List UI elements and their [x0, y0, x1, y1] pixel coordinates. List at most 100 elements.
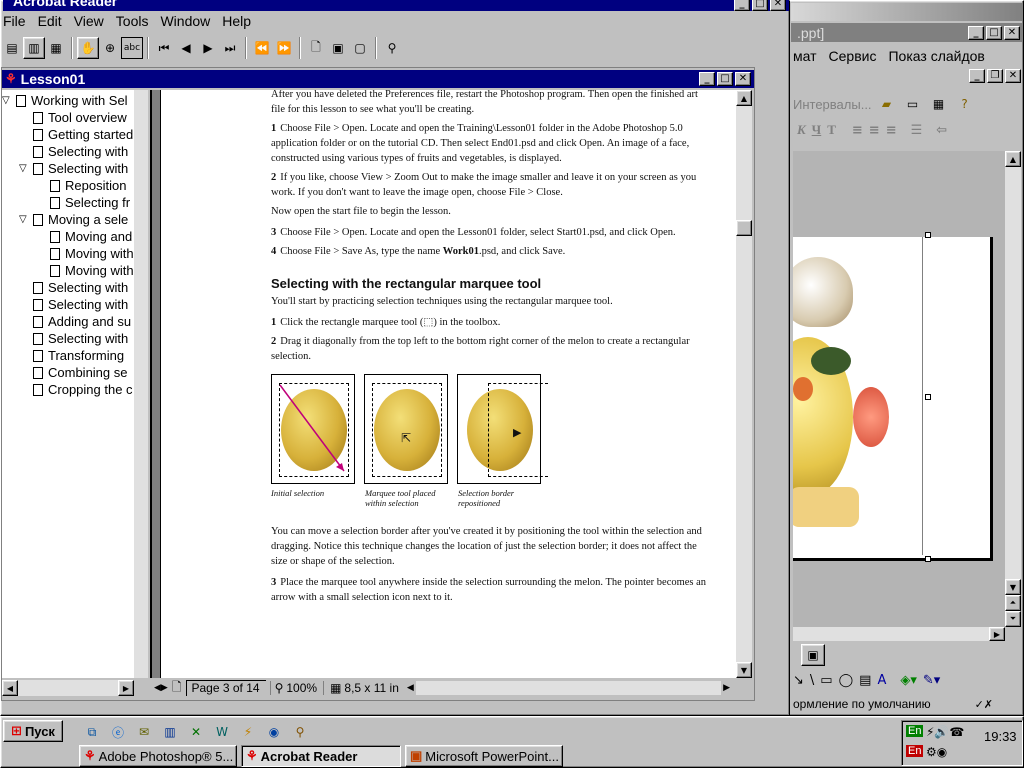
previous-page-icon[interactable]: ◀	[175, 37, 197, 59]
bookmark-item[interactable]: Reposition	[36, 177, 126, 194]
find-icon[interactable]: ⚲	[381, 37, 403, 59]
folder-icon[interactable]: ▰	[876, 93, 898, 115]
expand-triangle-icon[interactable]: ▽	[19, 214, 33, 225]
bookmark-item[interactable]: Transforming	[19, 347, 124, 364]
line-color-icon[interactable]: ✎▾	[923, 673, 940, 688]
page-number-field[interactable]: Page 3 of 14	[186, 680, 266, 696]
italic-icon[interactable]: K	[797, 122, 806, 138]
language-indicator-1[interactable]: En	[906, 725, 924, 737]
slide-sorter-icon[interactable]: ▣	[801, 644, 825, 666]
page-scroll-up-icon[interactable]: ▲	[736, 90, 752, 106]
page-scroll-down-icon[interactable]: ▼	[736, 662, 752, 678]
bookmark-hscroll[interactable]: ◀ ▶	[2, 680, 134, 696]
bullets-icon[interactable]: ☰	[911, 123, 923, 138]
zoom-field[interactable]: 100%	[286, 681, 317, 695]
ppt-minimize-button[interactable]: _	[968, 25, 984, 40]
menu-help[interactable]: Help	[216, 13, 257, 29]
menu-file[interactable]: File	[0, 13, 32, 29]
menu-tools[interactable]: Tools	[110, 13, 155, 29]
search-icon[interactable]: ◉	[263, 721, 285, 743]
thumbnails-page-icon[interactable]: ▦	[45, 37, 67, 59]
bookmark-item[interactable]: Selecting with	[19, 143, 128, 160]
slide-icon[interactable]: ▭	[902, 93, 924, 115]
prev-slide-icon[interactable]: ⏶	[1005, 595, 1021, 611]
bookmark-item[interactable]: Selecting with	[19, 279, 128, 296]
grid-icon[interactable]: ▦	[928, 93, 950, 115]
ppt-menu-slideshow[interactable]: Показ слайдов	[888, 48, 984, 64]
page-only-icon[interactable]: ▤	[1, 37, 23, 59]
clock[interactable]: 19:33	[984, 729, 1017, 744]
bookmark-item[interactable]: Selecting with	[19, 330, 128, 347]
word-icon[interactable]: ▥	[159, 721, 181, 743]
scroll-down-icon[interactable]: ▼	[1005, 579, 1021, 595]
ppt-font-field[interactable]: Интервалы...	[793, 97, 872, 112]
wordart-icon[interactable]: A	[877, 673, 886, 688]
internet-explorer-icon[interactable]: ⓔ	[107, 721, 129, 743]
fill-color-icon[interactable]: ◈▾	[900, 673, 917, 688]
start-button[interactable]: ⊞ Пуск	[3, 720, 63, 742]
ppt-doc-minimize-button[interactable]: _	[969, 69, 985, 83]
doc-close-button[interactable]: ✕	[735, 72, 751, 86]
language-indicator-2[interactable]: En	[906, 745, 924, 757]
rectangle-icon[interactable]: ▭	[820, 673, 832, 688]
doc-maximize-button[interactable]: □	[717, 72, 733, 86]
acrobat-close-button[interactable]: ✕	[770, 0, 786, 11]
ppt-maximize-button[interactable]: □	[986, 25, 1002, 40]
bookmark-item[interactable]: ▽ Selecting with	[19, 160, 128, 177]
acrobat-maximize-button[interactable]: □	[752, 0, 768, 11]
ppt-hscroll[interactable]: ▶	[793, 627, 1005, 641]
next-slide-icon[interactable]: ⏷	[1005, 611, 1021, 627]
acrobat-minimize-button[interactable]: _	[734, 0, 750, 11]
split-handle-icon[interactable]: ◀▶	[154, 683, 168, 693]
go-back-icon[interactable]: ⏪	[251, 37, 273, 59]
hscroll-left-icon[interactable]: ◀	[407, 683, 414, 693]
bm-scroll-left-icon[interactable]: ◀	[2, 680, 18, 696]
task-acrobat[interactable]: ⚘ Acrobat Reader	[241, 745, 401, 767]
bookmark-item[interactable]: Combining se	[19, 364, 128, 381]
ppt-slide[interactable]	[793, 237, 993, 561]
ppt-close-button[interactable]: ✕	[1004, 25, 1020, 40]
text-select-icon[interactable]: abc	[121, 37, 143, 59]
task-photoshop[interactable]: ⚘ Adobe Photoshop® 5...	[79, 745, 237, 767]
find-files-icon[interactable]: ⚲	[289, 721, 311, 743]
bookmark-item[interactable]: ▽ Working with Sel	[2, 92, 128, 109]
bookmark-item[interactable]: Adding and su	[19, 313, 131, 330]
scroll-up-icon[interactable]: ▲	[1005, 151, 1021, 167]
shadow-icon[interactable]: T	[827, 122, 836, 138]
expand-triangle-icon[interactable]: ▽	[2, 95, 16, 106]
task-powerpoint[interactable]: ▣ Microsoft PowerPoint...	[405, 745, 563, 767]
bookmark-item[interactable]: Moving with	[36, 245, 134, 262]
resize-handle-top[interactable]	[925, 232, 931, 238]
ppt-doc-close-button[interactable]: ✕	[1005, 69, 1021, 83]
align-center-icon[interactable]: ≡	[869, 123, 880, 138]
ppt-doc-restore-button[interactable]: ❐	[987, 69, 1003, 83]
next-page-icon[interactable]: ▶	[197, 37, 219, 59]
bookmark-item[interactable]: Moving and	[36, 228, 132, 245]
show-desktop-icon[interactable]: ⧉	[81, 721, 103, 743]
expand-triangle-icon[interactable]: ▽	[19, 163, 33, 174]
first-page-icon[interactable]: ⏮	[153, 37, 175, 59]
outlook-icon[interactable]: ✉	[133, 721, 155, 743]
textbox-icon[interactable]: ▤	[859, 673, 871, 688]
menu-view[interactable]: View	[68, 13, 110, 29]
bookmark-item[interactable]: Moving with	[36, 262, 134, 279]
page-size-field[interactable]: 8,5 x 11 in	[344, 681, 398, 695]
scroll-right-icon[interactable]: ▶	[989, 627, 1005, 641]
fit-page-icon[interactable]: ▣	[327, 37, 349, 59]
ppt-menu-format[interactable]: мат	[793, 48, 817, 64]
bookmark-item[interactable]: Tool overview	[19, 109, 127, 126]
acrobat-quick-icon[interactable]: ⚡	[237, 721, 259, 743]
underline-icon[interactable]: Ч	[812, 122, 822, 138]
align-left-icon[interactable]: ≡	[852, 123, 863, 138]
align-right-icon[interactable]: ≡	[886, 123, 897, 138]
page-scroll-thumb[interactable]	[736, 220, 752, 236]
page-vscroll[interactable]: ▲ ▼	[736, 90, 752, 678]
last-page-icon[interactable]: ⏭	[219, 37, 241, 59]
arrow-icon[interactable]: ↘	[793, 673, 804, 688]
page-hscroll[interactable]	[415, 681, 722, 695]
bookmark-vscroll[interactable]	[134, 90, 148, 678]
bookmark-item[interactable]: Getting started	[19, 126, 133, 143]
ppt-menu-service[interactable]: Сервис	[829, 48, 877, 64]
go-forward-icon[interactable]: ⏩	[273, 37, 295, 59]
excel-icon[interactable]: ✕	[185, 721, 207, 743]
